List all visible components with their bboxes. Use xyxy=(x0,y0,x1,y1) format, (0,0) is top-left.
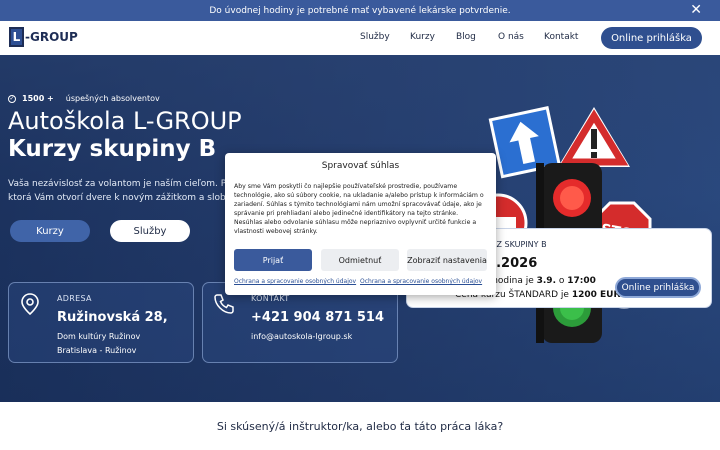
nav-item-kontakt[interactable]: Kontakt xyxy=(544,32,578,42)
instructor-heading: Si skúsený/á inštruktor/ka, alebo ťa tát… xyxy=(216,420,504,433)
privacy-link-1[interactable]: Ochrana a spracovanie osobných údajov xyxy=(234,278,356,285)
course-application-button[interactable]: Online prihláška xyxy=(615,277,701,298)
logo[interactable]: L -GROUP xyxy=(9,27,78,47)
nav-item-kurzy[interactable]: Kurzy xyxy=(410,32,435,42)
graduates-label: úspešných absolventov xyxy=(65,94,160,103)
online-application-button[interactable]: Online prihláška xyxy=(601,27,702,49)
hero-title: Autoškola L-GROUP xyxy=(8,107,242,135)
address-street: Ružinovská 28, xyxy=(57,310,168,325)
contact-label: KONTAKT xyxy=(251,294,290,303)
logo-text: -GROUP xyxy=(25,30,78,44)
contact-email[interactable]: info@autoskola-lgroup.sk xyxy=(251,332,352,341)
hero-description: Vaša nezávislosť za volantom je naším ci… xyxy=(8,179,232,203)
notice-text: Do úvodnej hodiny je potrebné mať vybave… xyxy=(209,5,511,16)
logo-mark: L xyxy=(9,27,24,47)
contact-phone[interactable]: +421 904 871 514 xyxy=(251,310,384,325)
privacy-link-2[interactable]: Ochrana a spracovanie osobných údajov xyxy=(360,278,482,285)
address-line2: Bratislava - Ružinov xyxy=(57,346,137,355)
address-label: ADRESA xyxy=(57,294,92,303)
nav-item-o-nas[interactable]: O nás xyxy=(498,32,524,42)
address-card: ADRESA Ružinovská 28, Dom kultúry Ružino… xyxy=(8,282,194,363)
hero-subtitle-title: Kurzy skupiny B xyxy=(8,136,217,162)
preferences-button[interactable]: Zobraziť nastavenia xyxy=(407,249,487,271)
graduates-count: 1500 + xyxy=(22,94,54,103)
address-line1: Dom kultúry Ružinov xyxy=(57,332,141,341)
location-pin-icon xyxy=(21,293,39,315)
close-icon[interactable]: ✕ xyxy=(690,3,702,17)
notice-bar: Do úvodnej hodiny je potrebné mať vybave… xyxy=(0,0,720,21)
consent-title: Spravovať súhlas xyxy=(321,161,400,171)
warning-sign-icon xyxy=(558,107,630,167)
services-button[interactable]: Služby xyxy=(110,220,190,242)
check-circle-icon: ✓ xyxy=(8,94,16,103)
accept-button[interactable]: Prijať xyxy=(234,249,312,271)
reject-button[interactable]: Odmietnuť xyxy=(321,249,399,271)
nav-item-blog[interactable]: Blog xyxy=(456,32,476,42)
consent-body: Aby sme Vám poskytli čo najlepšie použív… xyxy=(234,183,484,235)
graduates-badge: ✓ 1500 + úspešných absolventov xyxy=(8,94,160,103)
courses-button[interactable]: Kurzy xyxy=(10,220,90,242)
cookie-consent-dialog: Spravovať súhlas Aby sme Vám poskytli čo… xyxy=(225,153,496,295)
phone-icon xyxy=(214,294,234,314)
nav-item-sluzby[interactable]: Služby xyxy=(360,32,390,42)
